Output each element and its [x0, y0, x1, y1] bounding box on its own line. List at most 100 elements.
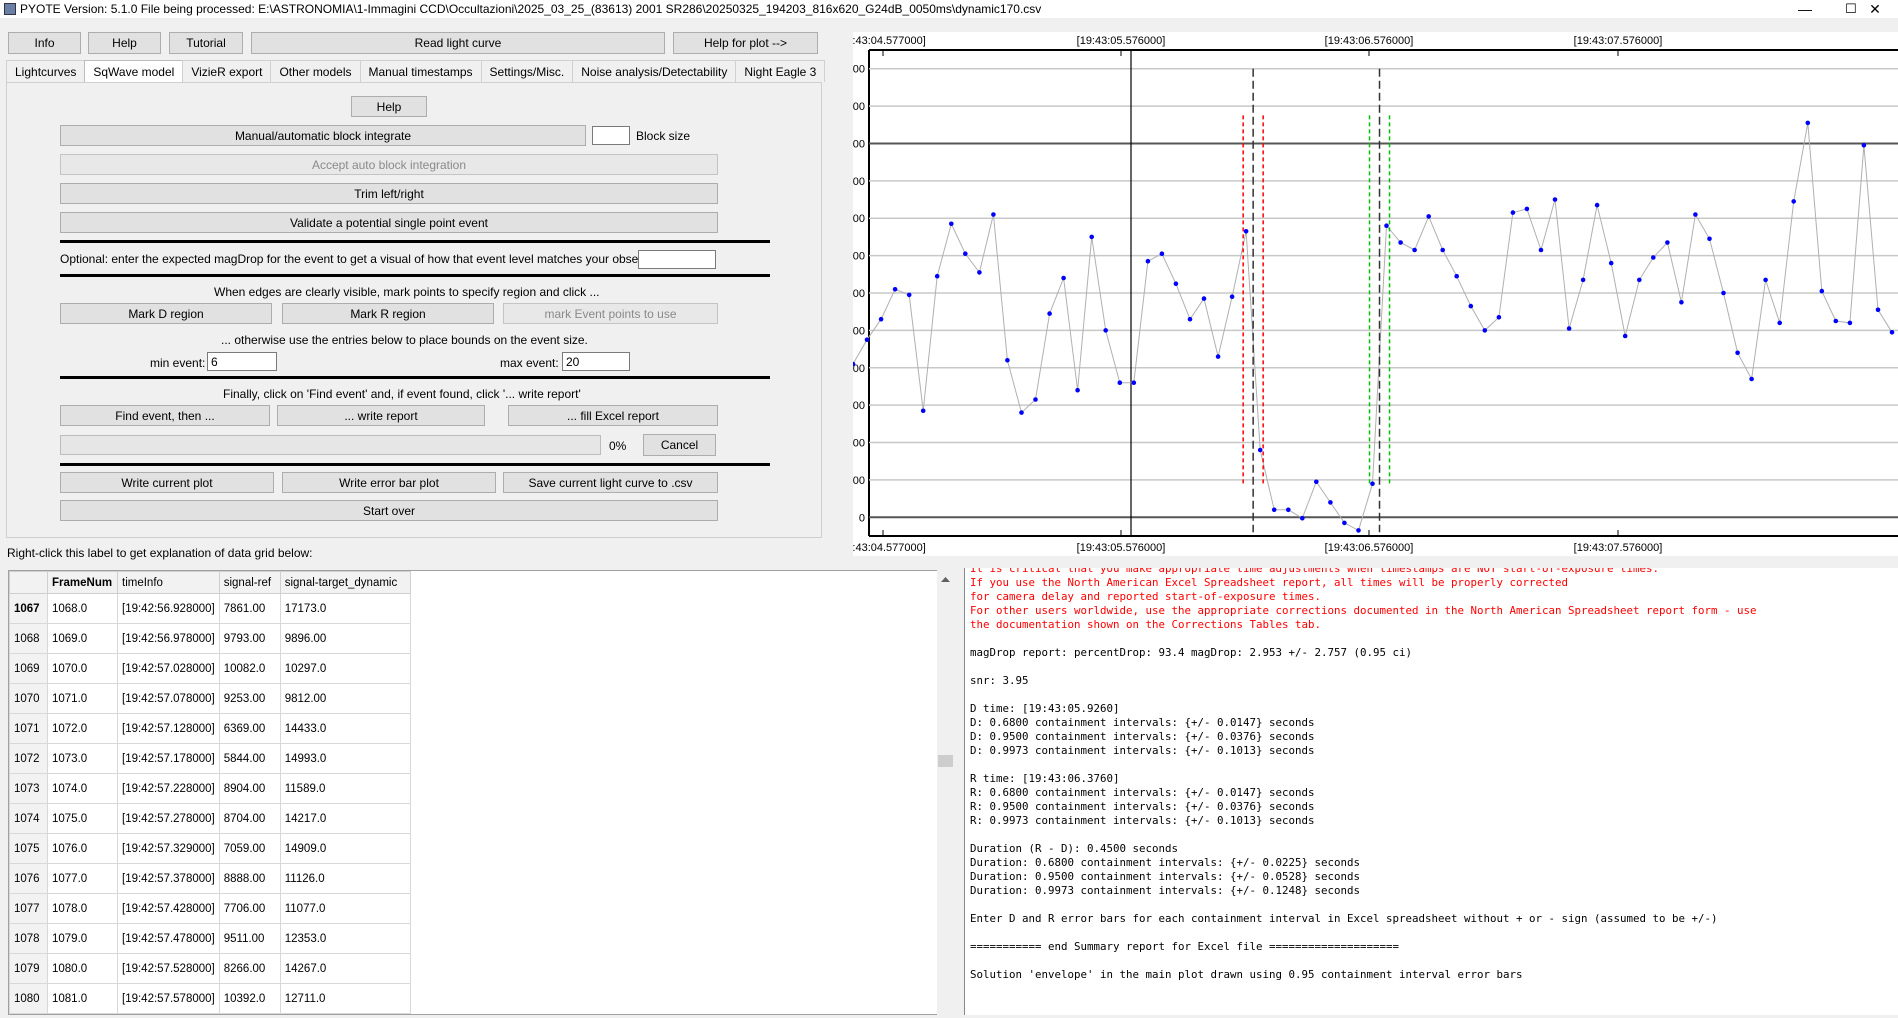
accept-auto-block-button[interactable]: Accept auto block integration [60, 154, 718, 175]
read-light-curve-button[interactable]: Read light curve [251, 32, 665, 54]
grid-cell[interactable]: [19:42:56.928000] [117, 593, 220, 624]
grid-cell[interactable]: 1079.0 [47, 923, 118, 954]
grid-cell[interactable]: 8704.00 [218, 803, 281, 834]
grid-cell[interactable]: 8266.00 [218, 953, 281, 984]
tab-settings-misc[interactable]: Settings/Misc. [480, 60, 574, 82]
block-size-input[interactable] [592, 126, 630, 145]
row-header[interactable]: 1073 [9, 773, 48, 804]
grid-cell[interactable]: 8888.00 [218, 863, 281, 894]
grid-cell[interactable]: [19:42:57.528000] [117, 953, 220, 984]
grid-cell[interactable]: 7706.00 [218, 893, 281, 924]
grid-cell[interactable]: 12353.0 [279, 923, 411, 954]
magdrop-input[interactable] [638, 250, 716, 269]
row-header[interactable]: 1074 [9, 803, 48, 834]
grid-col-signal-ref[interactable]: signal-ref [218, 571, 281, 594]
row-header[interactable]: 1079 [9, 953, 48, 984]
grid-cell[interactable]: 8904.00 [218, 773, 281, 804]
grid-cell[interactable]: 9812.00 [279, 683, 411, 714]
grid-cell[interactable]: 11077.0 [279, 893, 411, 924]
grid-cell[interactable]: [19:42:57.329000] [117, 833, 220, 864]
tab-night-eagle[interactable]: Night Eagle 3 [735, 60, 826, 82]
tab-noise-analysis[interactable]: Noise analysis/Detectability [572, 60, 737, 82]
grid-cell[interactable]: [19:42:57.428000] [117, 893, 220, 924]
close-icon[interactable]: ✕ [1852, 0, 1898, 18]
grid-cell[interactable]: 1070.0 [47, 653, 118, 684]
grid-cell[interactable]: 14267.0 [279, 953, 411, 984]
grid-cell[interactable]: 1071.0 [47, 683, 118, 714]
row-header[interactable]: 1070 [9, 683, 48, 714]
table-row[interactable]: 1080 1081.0 [19:42:57.578000] 10392.0 12711.… [9, 983, 411, 1014]
report-text-area[interactable]: It is critical that you make appropriate… [964, 568, 1898, 1015]
plot-canvas[interactable]: 2400022000200001800016000140001200010000… [853, 32, 1898, 556]
row-header[interactable]: 1072 [9, 743, 48, 774]
write-report-button[interactable]: ... write report [277, 405, 485, 426]
row-header[interactable]: 1071 [9, 713, 48, 744]
table-row[interactable]: 1078 1079.0 [19:42:57.478000] 9511.00 12353.… [9, 923, 411, 954]
cancel-button[interactable]: Cancel [643, 434, 716, 456]
min-event-input[interactable]: 6 [207, 352, 277, 371]
grid-cell[interactable]: 14993.0 [279, 743, 411, 774]
grid-col-signal-target[interactable]: signal-target_dynamic [279, 571, 411, 594]
grid-cell[interactable]: [19:42:57.278000] [117, 803, 220, 834]
grid-cell[interactable]: 1080.0 [47, 953, 118, 984]
grid-cell[interactable]: 14909.0 [279, 833, 411, 864]
scroll-up-icon[interactable] [941, 577, 950, 582]
grid-cell[interactable]: 14217.0 [279, 803, 411, 834]
grid-cell[interactable]: 7059.00 [218, 833, 281, 864]
row-header[interactable]: 1080 [9, 983, 48, 1014]
grid-col-framenum[interactable]: FrameNum [47, 571, 118, 594]
grid-cell[interactable]: [19:42:56.978000] [117, 623, 220, 654]
grid-cell[interactable]: 10297.0 [279, 653, 411, 684]
grid-cell[interactable]: 1073.0 [47, 743, 118, 774]
mark-event-points-button[interactable]: mark Event points to use [503, 303, 718, 324]
row-header[interactable]: 1069 [9, 653, 48, 684]
grid-cell[interactable]: 9511.00 [218, 923, 281, 954]
tab-vizier-export[interactable]: VizieR export [182, 60, 272, 82]
grid-cell[interactable]: 10082.0 [218, 653, 281, 684]
table-row[interactable]: 1068 1069.0 [19:42:56.978000] 9793.00 9896.0… [9, 623, 411, 654]
tab-sqwave-model[interactable]: SqWave model [84, 60, 184, 83]
grid-cell[interactable]: 9793.00 [218, 623, 281, 654]
row-header[interactable]: 1075 [9, 833, 48, 864]
sqwave-help-button[interactable]: Help [351, 96, 427, 117]
row-header[interactable]: 1067 [9, 593, 48, 624]
block-integrate-button[interactable]: Manual/automatic block integrate [60, 125, 586, 146]
table-row[interactable]: 1079 1080.0 [19:42:57.528000] 8266.00 14267.… [9, 953, 411, 984]
tab-lightcurves[interactable]: Lightcurves [6, 60, 86, 82]
grid-cell[interactable]: 1077.0 [47, 863, 118, 894]
grid-cell[interactable]: 1076.0 [47, 833, 118, 864]
grid-cell[interactable]: [19:42:57.228000] [117, 773, 220, 804]
grid-cell[interactable]: 9896.00 [279, 623, 411, 654]
tab-manual-timestamps[interactable]: Manual timestamps [359, 60, 482, 82]
grid-cell[interactable]: 10392.0 [218, 983, 281, 1014]
grid-scrollbar[interactable] [937, 570, 954, 1015]
table-row[interactable]: 1076 1077.0 [19:42:57.378000] 8888.00 11126.… [9, 863, 411, 894]
grid-cell[interactable]: 1072.0 [47, 713, 118, 744]
fill-excel-report-button[interactable]: ... fill Excel report [508, 405, 718, 426]
grid-cell[interactable]: 9253.00 [218, 683, 281, 714]
table-row[interactable]: 1070 1071.0 [19:42:57.078000] 9253.00 9812.0… [9, 683, 411, 714]
grid-cell[interactable]: [19:42:57.478000] [117, 923, 220, 954]
grid-cell[interactable]: 1078.0 [47, 893, 118, 924]
help-button[interactable]: Help [88, 32, 161, 54]
table-row[interactable]: 1072 1073.0 [19:42:57.178000] 5844.00 14993.… [9, 743, 411, 774]
grid-cell[interactable]: 1074.0 [47, 773, 118, 804]
data-grid[interactable]: FrameNum timeInfo signal-ref signal-targ… [8, 570, 943, 1015]
help-for-plot-button[interactable]: Help for plot --> [673, 32, 818, 54]
row-header[interactable]: 1076 [9, 863, 48, 894]
table-row[interactable]: 1073 1074.0 [19:42:57.228000] 8904.00 11589.… [9, 773, 411, 804]
grid-cell[interactable]: 1069.0 [47, 623, 118, 654]
row-header[interactable]: 1078 [9, 923, 48, 954]
grid-cell[interactable]: [19:42:57.578000] [117, 983, 220, 1014]
write-error-bar-plot-button[interactable]: Write error bar plot [282, 472, 496, 493]
grid-cell[interactable]: 14433.0 [279, 713, 411, 744]
table-row[interactable]: 1074 1075.0 [19:42:57.278000] 8704.00 14217.… [9, 803, 411, 834]
tab-other-models[interactable]: Other models [270, 60, 361, 82]
start-over-button[interactable]: Start over [60, 500, 718, 521]
max-event-input[interactable]: 20 [562, 352, 630, 371]
table-row[interactable]: 1075 1076.0 [19:42:57.329000] 7059.00 14909.… [9, 833, 411, 864]
grid-cell[interactable]: 1081.0 [47, 983, 118, 1014]
light-curve-plot[interactable]: 2400022000200001800016000140001200010000… [853, 32, 1898, 556]
grid-cell[interactable]: 11126.0 [279, 863, 411, 894]
trim-left-right-button[interactable]: Trim left/right [60, 183, 718, 204]
